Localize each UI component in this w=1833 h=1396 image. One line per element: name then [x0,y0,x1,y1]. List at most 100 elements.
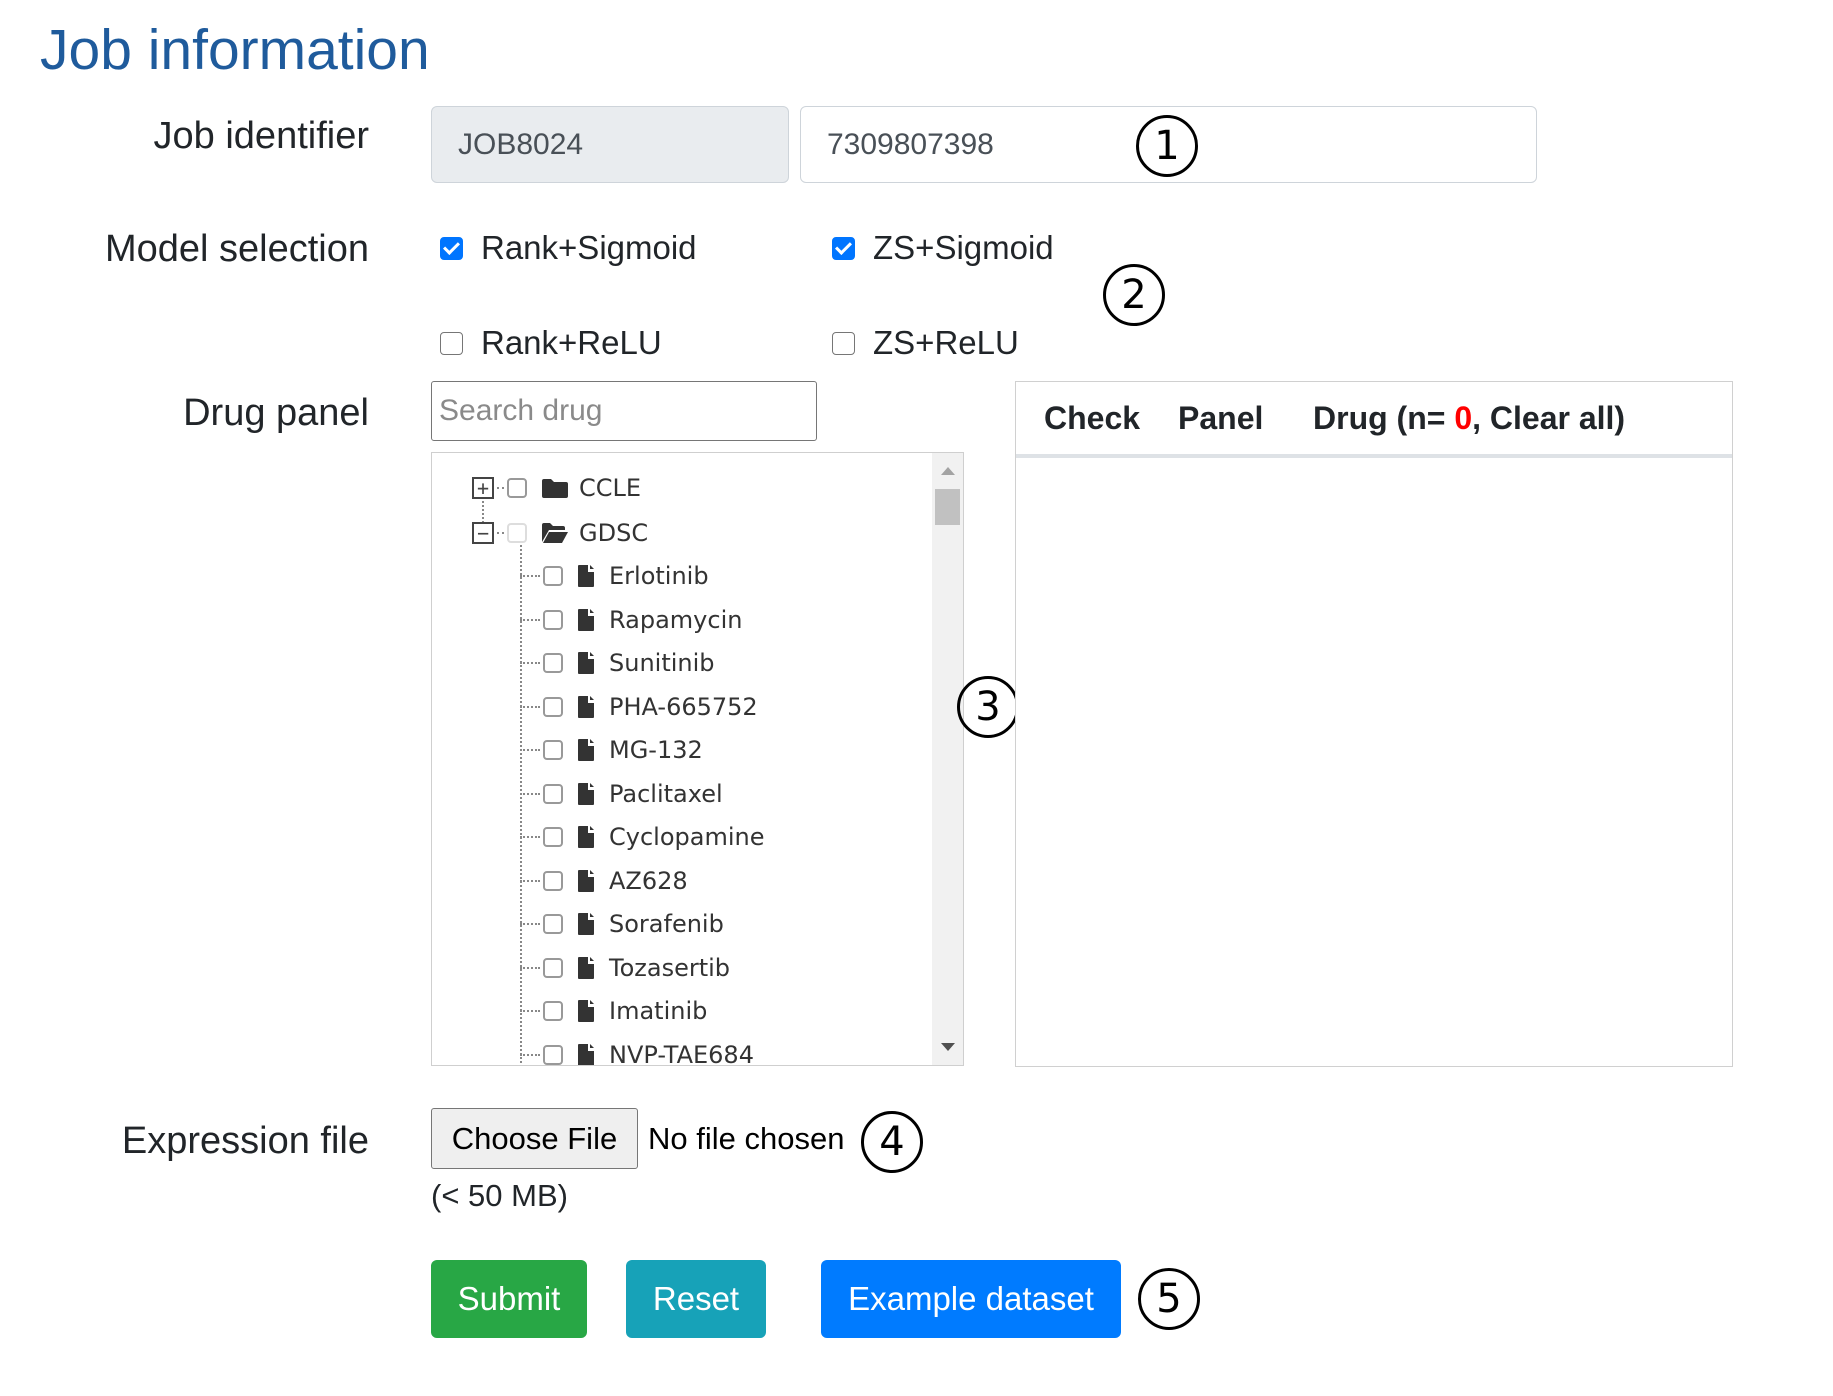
tree-connector [520,749,540,751]
tree-folder-ccle[interactable]: + CCLE [472,468,641,508]
scroll-thumb[interactable] [935,489,960,525]
model-label: ZS+ReLU [873,324,1019,361]
tree-connector [520,618,540,621]
tree-drug-item[interactable]: Rapamycin [520,600,742,640]
checkbox[interactable] [543,957,563,978]
submit-button[interactable]: Submit [431,1260,587,1338]
checkbox[interactable] [543,740,563,760]
file-icon [578,1043,594,1065]
checkbox[interactable] [543,566,563,586]
tree-scrollbar[interactable] [932,453,963,1065]
tree-drug-item[interactable]: Erlotinib [520,556,709,596]
selected-drug-table: Check Panel Drug (n= 0, Clear all) [1015,381,1733,1067]
clear-all-link[interactable]: , Clear all) [1472,400,1625,436]
reset-button[interactable]: Reset [626,1260,766,1338]
file-icon [578,565,594,587]
file-icon [578,608,594,631]
checkbox[interactable] [507,478,527,498]
tree-connector [520,1053,540,1056]
drug-name: Paclitaxel [609,779,723,808]
job-prefix-value: JOB8024 [458,127,584,161]
drug-name: Sunitinib [609,649,715,677]
checkbox[interactable] [543,609,563,630]
annotation-4: 4 [861,1111,923,1173]
expression-file-label: Expression file [121,1120,369,1162]
checkbox[interactable] [832,236,855,260]
job-id-value: 7309807398 [827,127,994,161]
folder-closed-icon [542,479,568,498]
model-label: Rank+Sigmoid [481,229,697,266]
model-checkbox-zs-relu[interactable]: ZS+ReLU [832,324,1019,362]
drug-name: Tozasertib [609,953,731,982]
example-dataset-button[interactable]: Example dataset [821,1260,1121,1338]
model-checkbox-rank-sigmoid[interactable]: Rank+Sigmoid [440,229,697,267]
column-check: Check [1044,400,1141,436]
drug-name: Sorafenib [609,910,724,938]
file-icon [578,782,594,805]
tree-connector [520,705,540,708]
tree-drug-item[interactable]: NVP-TAE684 [520,1035,754,1065]
drug-name: Imatinib [609,997,708,1025]
file-icon [578,1000,594,1022]
drug-name: Rapamycin [609,605,743,634]
model-selection-label: Model selection [104,228,369,270]
tree-connector [497,532,504,534]
tree-drug-item[interactable]: AZ628 [520,861,688,901]
selected-count: 0 [1454,400,1473,436]
checkbox[interactable] [543,1001,563,1021]
checkbox[interactable] [543,870,563,891]
file-status: No file chosen [648,1121,845,1156]
checkbox[interactable] [543,653,563,673]
checkbox[interactable] [440,236,463,260]
tree-connector [520,575,540,577]
tree-drug-item[interactable]: Imatinib [520,991,707,1031]
expand-icon[interactable]: + [472,477,494,499]
tree-drug-item[interactable]: Paclitaxel [520,774,723,814]
column-drug: Drug (n= 0, Clear all) [1313,400,1625,437]
checkbox[interactable] [543,827,563,847]
tree-connector [520,966,540,969]
checkbox[interactable] [507,523,527,543]
tree-drug-item[interactable]: Sorafenib [520,904,724,944]
tree-drug-item[interactable]: Tozasertib [520,948,730,988]
drug-name: Erlotinib [609,562,709,590]
folder-name: GDSC [579,519,649,547]
model-checkbox-zs-sigmoid[interactable]: ZS+Sigmoid [832,229,1054,267]
file-icon [578,652,594,674]
tree-drug-item[interactable]: Sunitinib [520,643,715,683]
drug-tree[interactable]: + CCLE − GDSC Erlotinib Rapamycin Sunitini… [431,452,964,1066]
file-icon [578,739,594,761]
annotation-2: 2 [1103,264,1165,326]
model-label: Rank+ReLU [481,324,662,361]
tree-drug-item[interactable]: PHA-665752 [520,687,758,727]
choose-file-button[interactable]: Choose File [431,1108,638,1169]
checkbox[interactable] [440,331,463,355]
scroll-up-arrow-icon[interactable] [940,467,955,475]
model-checkbox-rank-relu[interactable]: Rank+ReLU [440,324,662,362]
job-prefix-field: JOB8024 [431,106,789,183]
tree-drug-item[interactable]: MG-132 [520,730,703,770]
drug-panel-label: Drug panel [183,392,369,434]
checkbox[interactable] [543,696,563,717]
scroll-down-arrow-icon[interactable] [940,1043,955,1051]
tree-folder-gdsc[interactable]: − GDSC [472,513,648,553]
file-icon [578,826,594,848]
tree-connector [497,487,504,489]
table-header: Check Panel Drug (n= 0, Clear all) [1016,382,1732,458]
checkbox[interactable] [543,914,563,934]
folder-name: CCLE [579,474,642,502]
annotation-1: 1 [1136,115,1198,177]
search-placeholder: Search drug [439,394,603,427]
drug-column-prefix: Drug (n= [1313,400,1455,436]
folder-open-icon [542,523,568,543]
model-label: ZS+Sigmoid [873,229,1054,266]
collapse-icon[interactable]: − [472,522,494,544]
search-drug-input[interactable]: Search drug [431,381,817,441]
checkbox[interactable] [543,1044,563,1065]
drug-tree-content: + CCLE − GDSC Erlotinib Rapamycin Sunitini… [432,453,932,1065]
annotation-5: 5 [1138,1268,1200,1330]
checkbox[interactable] [543,783,563,804]
file-icon [578,956,594,979]
checkbox[interactable] [832,331,855,355]
tree-drug-item[interactable]: Cyclopamine [520,817,764,857]
